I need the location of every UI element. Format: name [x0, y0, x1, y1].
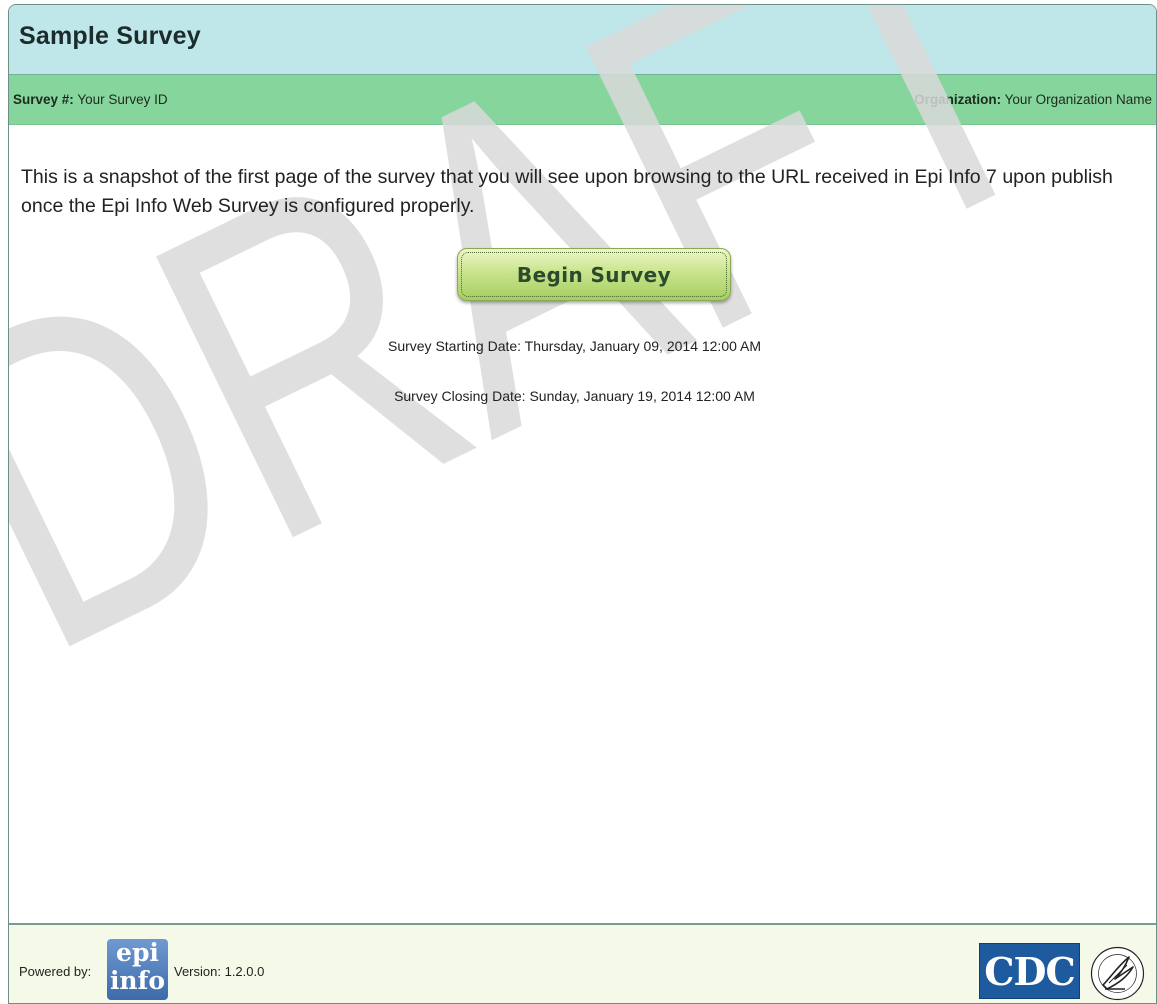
begin-survey-label: Begin Survey: [461, 252, 727, 297]
version-label: Version: 1.2.0.0: [174, 964, 265, 979]
begin-survey-button[interactable]: Begin Survey: [457, 248, 731, 301]
survey-id-label: Survey #:: [13, 92, 74, 107]
main-content: This is a snapshot of the first page of …: [9, 125, 1156, 925]
hhs-eagle-logo: [1090, 946, 1145, 1001]
organization-label: Organization:: [914, 92, 1002, 107]
survey-window: Sample Survey Survey #: Your Survey ID O…: [8, 4, 1157, 1004]
organization-value: Your Organization Name: [1004, 92, 1152, 107]
intro-text: This is a snapshot of the first page of …: [21, 166, 1113, 217]
survey-id-value: Your Survey ID: [77, 92, 168, 107]
epi-logo-line1: epi: [116, 938, 159, 967]
epi-info-logo: epi info: [107, 939, 168, 1000]
survey-info-bar: Survey #: Your Survey ID Organization: Y…: [9, 75, 1156, 125]
closing-date-text: Survey Closing Date: Sunday, January 19,…: [394, 388, 755, 404]
organization: Organization: Your Organization Name: [914, 92, 1152, 107]
epi-logo-line2: info: [109, 966, 166, 995]
cdc-logo: CDC: [979, 943, 1080, 999]
page-title: Sample Survey: [19, 22, 201, 50]
survey-id: Survey #: Your Survey ID: [13, 92, 168, 107]
title-bar: Sample Survey: [9, 5, 1156, 75]
start-date-text: Survey Starting Date: Thursday, January …: [387, 338, 762, 354]
footer: Powered by: epi info Version: 1.2.0.0 CD…: [9, 923, 1156, 1003]
powered-by-label: Powered by:: [19, 964, 92, 979]
